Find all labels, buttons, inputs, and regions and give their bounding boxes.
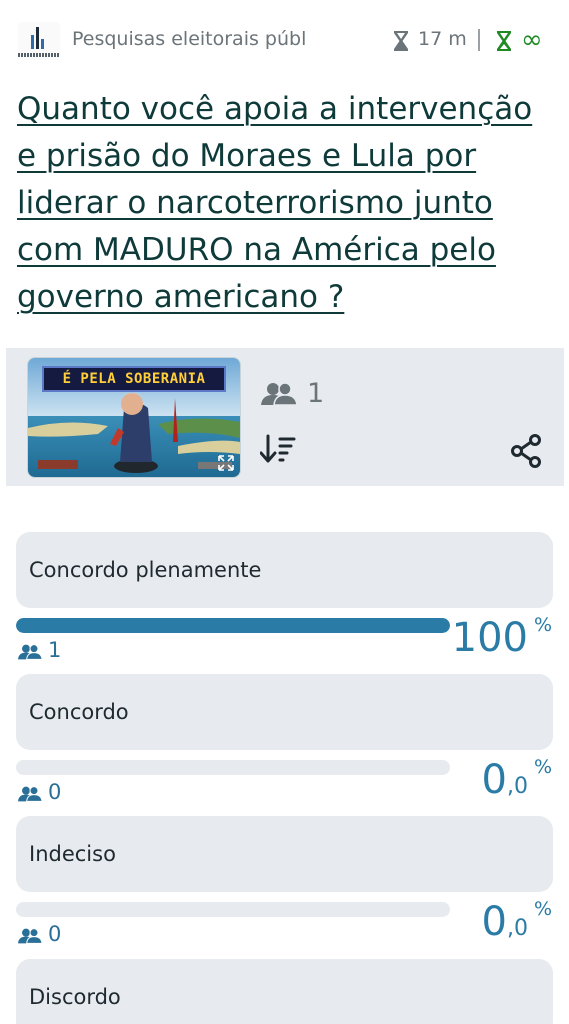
total-voters-count: 1	[307, 378, 325, 409]
poll-media-bar: É PELA SOBERANIA 1	[6, 348, 564, 486]
option-voter-count: 0	[48, 780, 62, 804]
voters-icon	[261, 382, 298, 406]
result-bar	[16, 618, 450, 633]
voters-icon	[18, 786, 43, 802]
infinity-icon: ∞	[521, 25, 543, 55]
poll-option: Discordo	[0, 959, 569, 1024]
source-name[interactable]: Pesquisas eleitorais públ	[72, 28, 372, 50]
sort-icon[interactable]	[260, 434, 296, 464]
percent-sign: %	[533, 756, 552, 778]
option-button[interactable]: Concordo	[16, 674, 553, 750]
option-voter-count: 0	[48, 922, 62, 946]
poll-header: Pesquisas eleitorais públ 17 m ∞	[0, 0, 569, 84]
poll-logo-icon[interactable]	[18, 22, 60, 60]
expand-icon[interactable]	[218, 455, 234, 471]
option-button[interactable]: Discordo	[16, 959, 553, 1024]
share-icon[interactable]	[510, 434, 542, 468]
voters-icon	[18, 928, 43, 944]
poll-option: Concordo plenamente 1 100 %	[0, 532, 569, 674]
result-bar	[16, 902, 450, 917]
divider	[478, 29, 480, 51]
voters-icon	[18, 644, 43, 660]
result-bar-fill	[16, 618, 450, 633]
hourglass-icon	[497, 31, 511, 51]
hourglass-icon	[394, 31, 408, 51]
percent-sign: %	[533, 614, 552, 636]
option-percentage: 0,0	[481, 757, 528, 803]
poll-title[interactable]: Quanto você apoia a intervenção e prisão…	[17, 86, 552, 321]
option-button[interactable]: Indeciso	[16, 816, 553, 892]
result-bar	[16, 760, 450, 775]
poll-image[interactable]: É PELA SOBERANIA	[27, 357, 241, 478]
percent-sign: %	[533, 898, 552, 920]
image-banner-text: É PELA SOBERANIA	[42, 366, 226, 392]
poll-option: Concordo 0 0,0 %	[0, 674, 569, 816]
option-button[interactable]: Concordo plenamente	[16, 532, 553, 608]
option-percentage: 0,0	[481, 899, 528, 945]
time-remaining: 17 m	[418, 28, 467, 50]
option-percentage: 100	[451, 615, 528, 661]
option-voter-count: 1	[48, 638, 62, 662]
poll-option: Indeciso 0 0,0 %	[0, 816, 569, 958]
